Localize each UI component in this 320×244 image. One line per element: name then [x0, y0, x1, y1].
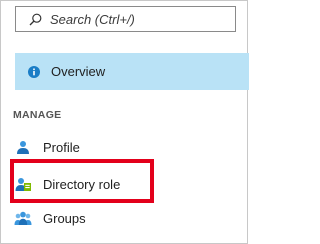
section-header-manage: MANAGE	[13, 109, 62, 121]
menu-item-profile[interactable]: Profile	[13, 133, 233, 161]
blade-menu: Overview MANAGE Profile Directory role	[0, 0, 249, 244]
search-box[interactable]	[15, 6, 236, 32]
search-icon	[29, 13, 42, 25]
groups-icon	[14, 209, 32, 227]
profile-label: Profile	[43, 139, 80, 155]
overview-label: Overview	[51, 64, 106, 79]
directory-role-icon	[14, 175, 32, 193]
directory-role-label: Directory role	[43, 176, 121, 192]
search-input[interactable]	[50, 8, 220, 30]
user-profile-icon	[14, 138, 32, 156]
menu-item-overview[interactable]: Overview	[15, 53, 249, 90]
groups-label: Groups	[43, 210, 86, 226]
info-icon	[28, 65, 40, 78]
menu-item-groups[interactable]: Groups	[13, 204, 233, 232]
menu-item-directory-role[interactable]: Directory role	[13, 170, 233, 198]
